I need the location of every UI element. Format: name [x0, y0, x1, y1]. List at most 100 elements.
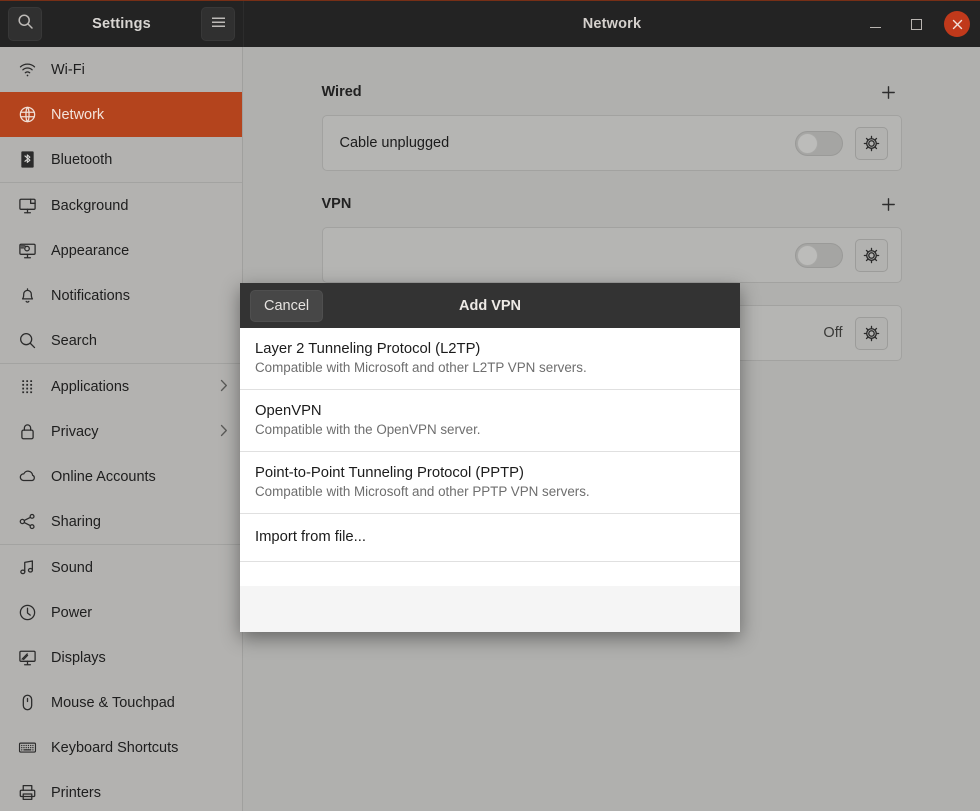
vpn-type-item[interactable]: Point-to-Point Tunneling Protocol (PPTP)… — [240, 452, 740, 514]
sidebar-item-label: Privacy — [51, 423, 99, 440]
sidebar-item-label: Printers — [51, 784, 101, 801]
sidebar-item-keyboard-shortcuts[interactable]: Keyboard Shortcuts — [0, 725, 242, 770]
display-icon — [14, 648, 40, 667]
toggle-knob — [796, 132, 818, 154]
wifi-icon — [14, 60, 40, 79]
sidebar-item-label: Wi-Fi — [51, 61, 85, 78]
import-from-file-item[interactable]: Import from file... — [240, 514, 740, 562]
sidebar-item-search[interactable]: Search — [0, 318, 242, 363]
sidebar-item-label: Sound — [51, 559, 93, 576]
hamburger-menu-icon — [210, 15, 227, 34]
proxy-status: Off — [823, 325, 843, 341]
plus-icon — [882, 85, 895, 99]
lock-icon — [14, 422, 40, 441]
vpn-settings-button[interactable] — [854, 238, 888, 272]
sidebar-item-appearance[interactable]: Appearance — [0, 228, 242, 273]
dialog-header: Cancel Add VPN — [240, 283, 740, 328]
sidebar[interactable]: Wi-Fi Network Bluetooth Background Appearanc… — [0, 47, 243, 811]
sidebar-item-printers[interactable]: Printers — [0, 770, 242, 811]
bell-icon — [14, 286, 40, 305]
sidebar-item-label: Appearance — [51, 242, 130, 259]
search-button[interactable] — [8, 7, 42, 41]
window-title: Network — [582, 16, 642, 32]
add-vpn-dialog: Cancel Add VPN Layer 2 Tunneling Protoco… — [240, 283, 740, 632]
toggle-knob — [796, 244, 818, 266]
cancel-button[interactable]: Cancel — [250, 289, 324, 322]
sidebar-item-label: Search — [51, 332, 97, 349]
vpn-row[interactable] — [323, 228, 901, 282]
bluetooth-icon — [14, 150, 40, 169]
section-header-vpn: VPN — [322, 193, 902, 215]
keyboard-icon — [14, 738, 40, 757]
sidebar-item-label: Mouse & Touchpad — [51, 694, 175, 711]
maximize-button[interactable] — [903, 11, 929, 37]
proxy-settings-button[interactable] — [854, 316, 888, 350]
plus-icon — [882, 197, 895, 211]
globe-icon — [14, 105, 40, 124]
sidebar-item-applications[interactable]: Applications — [0, 364, 242, 409]
sidebar-item-wi-fi[interactable]: Wi-Fi — [0, 47, 242, 92]
close-button[interactable] — [944, 11, 970, 37]
vpn-type-item[interactable]: Layer 2 Tunneling Protocol (L2TP) Compati… — [240, 328, 740, 390]
music-note-icon — [14, 558, 40, 577]
share-icon — [14, 512, 40, 531]
close-icon — [952, 19, 963, 30]
chevron-right-icon — [220, 424, 228, 440]
vpn-type-list[interactable]: Layer 2 Tunneling Protocol (L2TP) Compati… — [240, 328, 740, 586]
gear-icon — [863, 135, 879, 151]
vpn-card — [321, 227, 902, 283]
sidebar-item-sound[interactable]: Sound — [0, 545, 242, 590]
search-icon — [17, 13, 34, 35]
sidebar-item-label: Keyboard Shortcuts — [51, 739, 179, 756]
import-from-file-label: Import from file... — [255, 529, 366, 545]
window-body: Wi-Fi Network Bluetooth Background Appearanc… — [0, 47, 980, 811]
wired-settings-button[interactable] — [854, 126, 888, 160]
vpn-type-item[interactable]: OpenVPN Compatible with the OpenVPN serve… — [240, 390, 740, 452]
vpn-type-description: Compatible with Microsoft and other L2TP… — [255, 360, 587, 375]
sidebar-item-bluetooth[interactable]: Bluetooth — [0, 137, 242, 182]
sidebar-item-label: Bluetooth — [51, 151, 113, 168]
minimize-button[interactable] — [862, 11, 888, 37]
printer-icon — [14, 783, 40, 802]
section-title-vpn: VPN — [321, 196, 352, 212]
sidebar-item-label: Sharing — [51, 513, 101, 530]
window-header: Network — [243, 1, 980, 47]
menu-button[interactable] — [201, 7, 235, 41]
sidebar-item-label: Displays — [51, 649, 106, 666]
background-icon — [14, 196, 40, 215]
wired-toggle[interactable] — [794, 130, 843, 156]
sidebar-item-label: Network — [51, 106, 105, 123]
sidebar-item-background[interactable]: Background — [0, 183, 242, 228]
vpn-type-name: Layer 2 Tunneling Protocol (L2TP) — [255, 341, 481, 357]
sidebar-item-online-accounts[interactable]: Online Accounts — [0, 454, 242, 499]
appearance-icon — [14, 241, 40, 260]
sidebar-item-mouse-touchpad[interactable]: Mouse & Touchpad — [0, 680, 242, 725]
sidebar-item-notifications[interactable]: Notifications — [0, 273, 242, 318]
sidebar-header: Settings — [0, 1, 243, 47]
settings-window: Settings Network Wi-Fi Network Bluetooth… — [0, 0, 980, 811]
add-vpn-button[interactable] — [876, 191, 902, 217]
sidebar-item-power[interactable]: Power — [0, 590, 242, 635]
chevron-right-icon — [220, 379, 228, 395]
add-wired-button[interactable] — [876, 79, 902, 105]
maximize-icon — [910, 18, 922, 30]
sidebar-item-sharing[interactable]: Sharing — [0, 499, 242, 544]
cloud-icon — [14, 467, 40, 486]
vpn-type-description: Compatible with the OpenVPN server. — [255, 422, 481, 437]
wired-status-label: Cable unplugged — [339, 135, 450, 151]
sidebar-item-label: Background — [51, 197, 129, 214]
gear-icon — [863, 247, 879, 263]
wired-row[interactable]: Cable unplugged — [323, 116, 901, 170]
gear-icon — [863, 325, 879, 341]
wired-card: Cable unplugged — [321, 115, 902, 171]
vpn-type-description: Compatible with Microsoft and other PPTP… — [255, 484, 590, 499]
sidebar-item-network[interactable]: Network — [0, 92, 242, 137]
mouse-icon — [14, 693, 40, 712]
sidebar-item-displays[interactable]: Displays — [0, 635, 242, 680]
vpn-toggle[interactable] — [794, 242, 843, 268]
sidebar-item-label: Applications — [51, 378, 130, 395]
sidebar-item-label: Notifications — [51, 287, 130, 304]
sidebar-item-label: Online Accounts — [51, 468, 156, 485]
sidebar-item-label: Power — [51, 604, 93, 621]
sidebar-item-privacy[interactable]: Privacy — [0, 409, 242, 454]
